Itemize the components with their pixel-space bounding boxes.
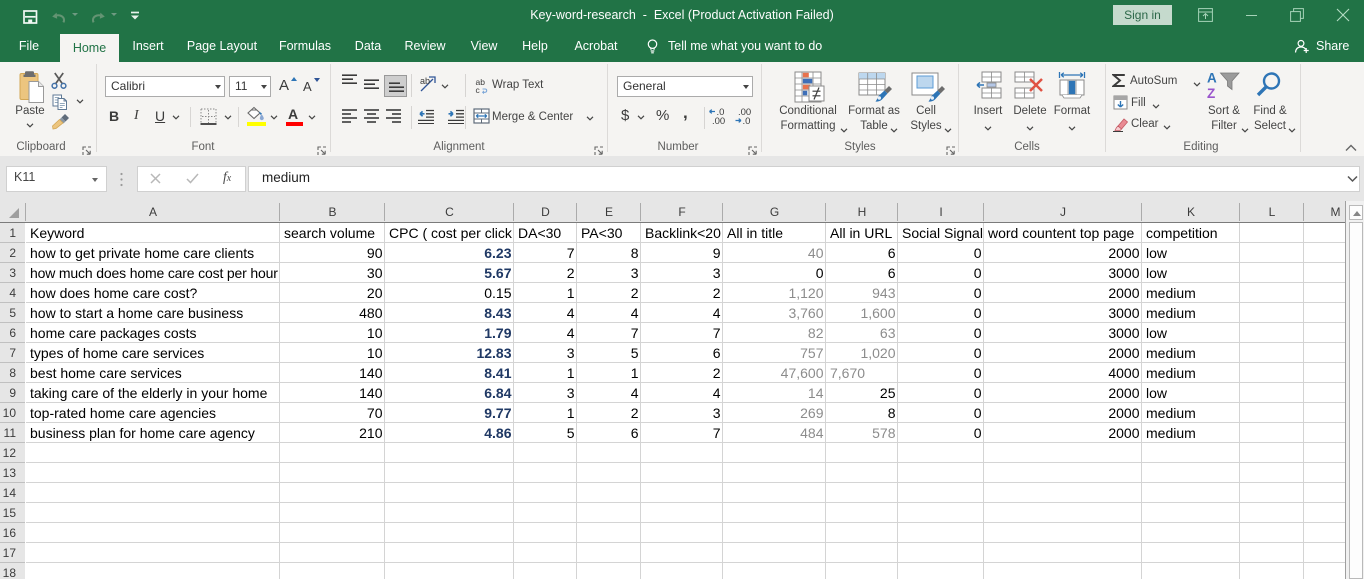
svg-text:.0: .0 [717, 107, 725, 118]
svg-text:A: A [1207, 71, 1217, 86]
svg-text:ab: ab [420, 76, 430, 86]
svg-text:.0: .0 [743, 116, 751, 125]
svg-text:Z: Z [1207, 86, 1215, 100]
